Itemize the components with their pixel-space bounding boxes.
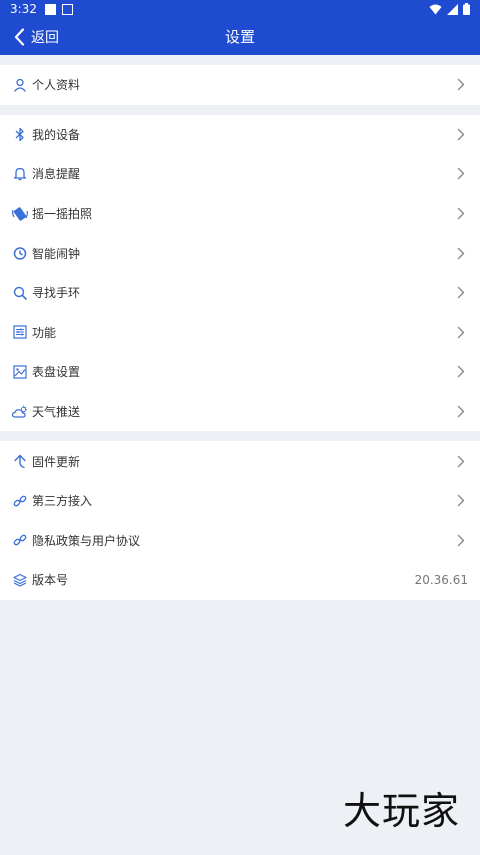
bluetooth-icon <box>12 126 28 142</box>
update-arrow-icon <box>12 453 28 469</box>
wifi-icon <box>429 4 442 14</box>
settings-row[interactable]: 表盘设置 <box>0 352 480 392</box>
status-bar: 3:32 <box>0 0 480 18</box>
notification-icon <box>44 3 56 15</box>
chevron-right-icon <box>454 325 468 339</box>
settings-row[interactable]: 摇一摇拍照 <box>0 194 480 234</box>
settings-row[interactable]: 消息提醒 <box>0 154 480 194</box>
settings-row[interactable]: 我的设备 <box>0 115 480 155</box>
settings-section: 个人资料 <box>0 65 480 105</box>
settings-row-label: 寻找手环 <box>32 286 81 301</box>
settings-row-label: 第三方接入 <box>32 494 93 509</box>
signal-icon <box>447 3 458 15</box>
settings-row-label: 智能闹钟 <box>32 246 81 261</box>
settings-row[interactable]: 天气推送 <box>0 392 480 432</box>
watermark-logo: 大玩家 <box>342 789 460 833</box>
settings-row[interactable]: 个人资料 <box>0 65 480 105</box>
chevron-right-icon <box>454 286 468 300</box>
weather-icon <box>12 404 28 420</box>
chevron-right-icon <box>454 207 468 221</box>
battery-icon <box>463 3 470 15</box>
settings-row-label: 隐私政策与用户协议 <box>32 533 141 548</box>
page-title: 设置 <box>224 28 255 46</box>
settings-row[interactable]: 功能 <box>0 313 480 353</box>
notification-icon <box>61 3 73 15</box>
back-button[interactable]: 返回 <box>0 18 59 55</box>
settings-row-label: 天气推送 <box>32 405 81 420</box>
watchface-icon <box>12 364 28 380</box>
version-value: 20.36.61 <box>414 572 468 587</box>
layers-icon <box>12 572 28 588</box>
settings-row-label: 个人资料 <box>32 78 81 93</box>
chevron-right-icon <box>454 454 468 468</box>
search-icon <box>12 285 28 301</box>
link-icon <box>12 493 28 509</box>
link-icon <box>12 532 28 548</box>
chevron-right-icon <box>454 494 468 508</box>
chevron-right-icon <box>454 246 468 260</box>
alarm-clock-icon <box>12 245 28 261</box>
settings-row-label: 消息提醒 <box>32 167 81 182</box>
chevron-right-icon <box>454 405 468 419</box>
settings-row-label: 版本号 <box>32 573 69 588</box>
settings-row[interactable]: 智能闹钟 <box>0 233 480 273</box>
settings-row[interactable]: 固件更新 <box>0 441 480 481</box>
settings-row[interactable]: 版本号 20.36.61 <box>0 560 480 600</box>
settings-row-label: 固件更新 <box>32 454 81 469</box>
settings-list: 个人资料我的设备消息提醒摇一摇拍照智能闹钟寻找手环功能表盘设置天气推送固件更新第… <box>0 65 480 600</box>
chevron-right-icon <box>454 533 468 547</box>
settings-section: 我的设备消息提醒摇一摇拍照智能闹钟寻找手环功能表盘设置天气推送 <box>0 114 480 432</box>
bell-icon <box>12 166 28 182</box>
chevron-right-icon <box>454 78 468 92</box>
sliders-icon <box>12 324 28 340</box>
settings-row-label: 功能 <box>32 325 57 340</box>
chevron-left-icon <box>14 27 25 46</box>
settings-row-label: 摇一摇拍照 <box>32 207 93 222</box>
settings-row[interactable]: 第三方接入 <box>0 481 480 521</box>
person-icon <box>12 77 28 93</box>
settings-row[interactable]: 寻找手环 <box>0 273 480 313</box>
chevron-right-icon <box>454 127 468 141</box>
status-time: 3:32 <box>10 2 37 16</box>
settings-row-label: 我的设备 <box>32 127 81 142</box>
chevron-right-icon <box>454 167 468 181</box>
chevron-right-icon <box>454 365 468 379</box>
settings-row[interactable]: 隐私政策与用户协议 <box>0 521 480 561</box>
back-label: 返回 <box>31 29 59 46</box>
shake-phone-icon <box>12 206 28 222</box>
settings-section: 固件更新第三方接入隐私政策与用户协议 版本号 20.36.61 <box>0 441 480 600</box>
settings-row-label: 表盘设置 <box>32 365 81 380</box>
app-bar: 返回 设置 <box>0 18 480 55</box>
